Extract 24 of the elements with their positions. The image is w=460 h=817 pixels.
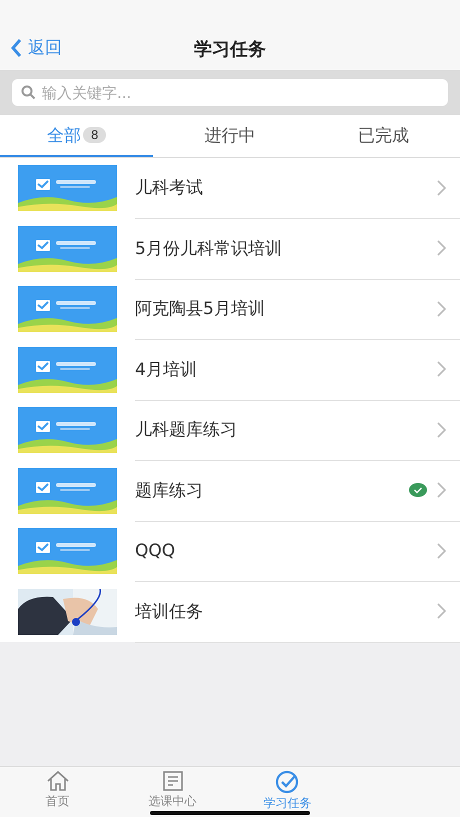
task-title[interactable]: 培训任务 <box>135 600 437 623</box>
task-title[interactable]: 5月份儿科常识培训 <box>135 236 437 260</box>
count-badge: 8 <box>82 127 106 143</box>
chevron-right-icon <box>437 603 446 620</box>
check-circle-icon <box>274 770 300 794</box>
task-title[interactable]: 儿科题库练习 <box>135 418 437 442</box>
task-title[interactable]: 儿科考试 <box>135 176 437 200</box>
task-title[interactable]: 4月培训 <box>135 358 437 381</box>
search-icon <box>21 85 36 100</box>
task-title[interactable]: 阿克陶县5月培训 <box>135 297 437 320</box>
chevron-right-icon <box>437 482 446 498</box>
chevron-right-icon <box>437 180 446 196</box>
chevron-right-icon <box>437 240 446 256</box>
task-title[interactable]: QQQ <box>135 540 437 561</box>
page-title: 学习任务 <box>194 38 266 61</box>
search-field[interactable]: 输入关键字... <box>12 79 448 106</box>
list-icon <box>160 770 184 792</box>
back-chevron-icon <box>10 38 22 58</box>
chevron-right-icon <box>437 300 446 317</box>
chevron-right-icon <box>437 422 446 438</box>
home-icon <box>46 770 70 792</box>
chevron-right-icon <box>437 542 446 559</box>
task-title[interactable]: 题库练习 <box>135 478 409 502</box>
chevron-right-icon <box>437 361 446 378</box>
